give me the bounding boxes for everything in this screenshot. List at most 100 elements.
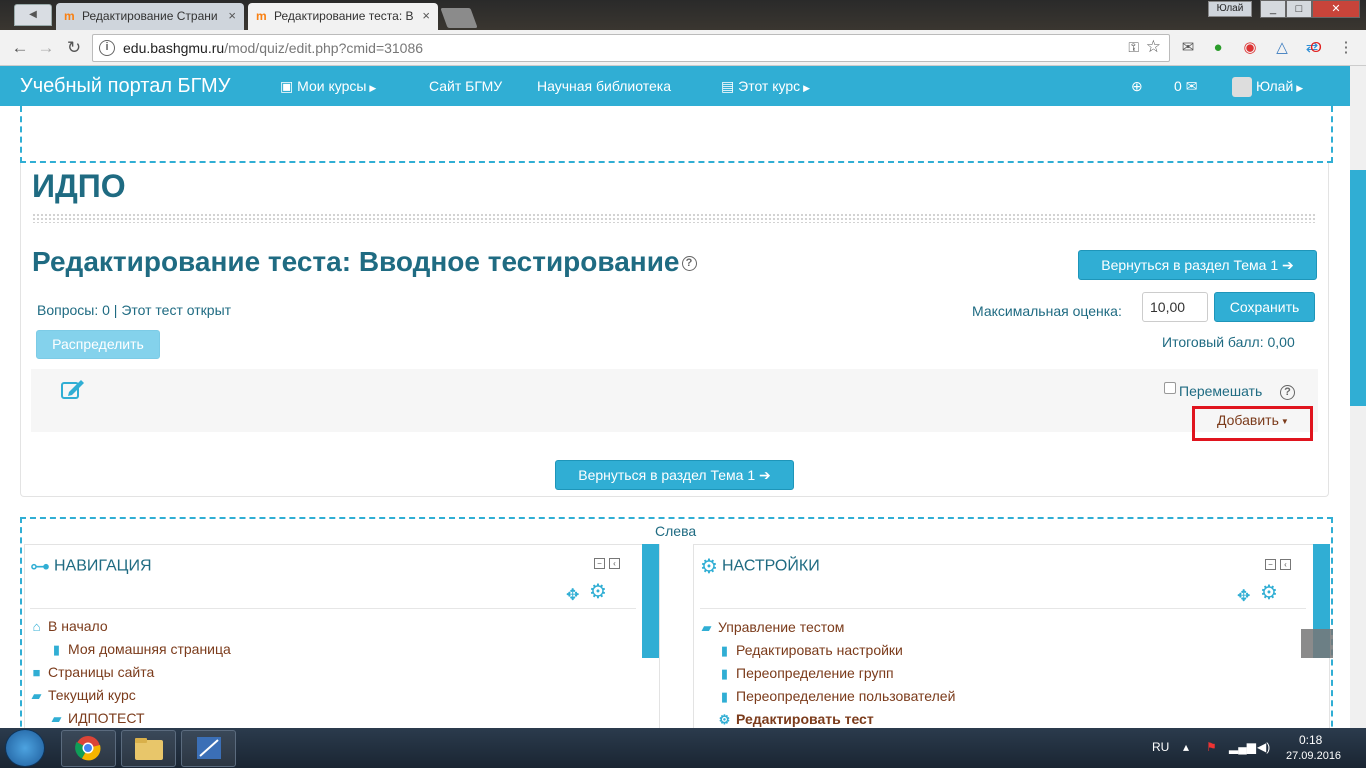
taskbar-chrome[interactable] — [61, 730, 116, 767]
browser-tab-1[interactable]: m Редактирование Страни × — [56, 3, 244, 30]
save-button[interactable]: Сохранить — [1214, 292, 1315, 322]
taskbar-explorer[interactable] — [121, 730, 176, 767]
clock-date[interactable]: 27.09.2016 — [1286, 750, 1341, 762]
add-menu-link[interactable]: Добавить ▼ — [1217, 412, 1289, 428]
folder-open-icon: ▰ — [31, 688, 42, 703]
nav-item-site-pages[interactable]: ■ Страницы сайта — [30, 664, 155, 680]
browser-tab-title: Редактирование теста: В — [274, 9, 414, 23]
nav-item-my-home[interactable]: ▮ Моя домашняя страница — [50, 641, 231, 658]
clock-time[interactable]: 0:18 — [1299, 733, 1322, 747]
collapse-block-icon[interactable]: − — [594, 558, 605, 569]
sitemap-icon: ⊶ — [30, 556, 50, 578]
distribute-button[interactable]: Распределить — [36, 330, 160, 359]
gears-icon[interactable]: ⚙ — [589, 579, 607, 604]
nav-user-menu[interactable]: Юлай ▶ — [1232, 66, 1303, 108]
network-icon[interactable]: ▂▄▆ — [1229, 740, 1256, 754]
region-label: Слева — [655, 523, 697, 539]
chrome-icon — [75, 736, 101, 761]
window-user-badge[interactable]: Юлай — [1208, 1, 1252, 17]
taskbar-app[interactable] — [181, 730, 236, 767]
tab-audio-icon[interactable]: ◀ — [14, 4, 52, 26]
back-icon[interactable]: ← — [8, 36, 32, 60]
info-icon[interactable]: i — [99, 40, 115, 56]
help-icon[interactable]: ? — [681, 256, 697, 272]
navigation-block-scrollbar[interactable] — [642, 544, 659, 658]
key-icon[interactable]: ⚿ — [1128, 39, 1139, 56]
shuffle-label: Перемешать — [1179, 383, 1263, 399]
divider — [32, 213, 1317, 223]
gears-icon[interactable]: ⚙ — [1260, 580, 1278, 605]
move-icon[interactable]: ✥ — [1237, 586, 1250, 606]
envelope-icon: ✉ — [1185, 78, 1198, 94]
extension-red-icon[interactable]: ◉ — [1240, 38, 1260, 58]
nav-library[interactable]: Научная библиотека — [537, 66, 671, 106]
mail-icon[interactable]: ✉ — [1178, 38, 1198, 58]
caret-down-icon: ▼ — [1280, 416, 1289, 426]
nav-this-course[interactable]: ▤ Этот курс ▶ — [721, 66, 810, 108]
sign-in-icon: ➔ — [759, 467, 771, 483]
questions-info: Вопросы: 0 | Этот тест открыт — [37, 302, 232, 318]
edit-icon[interactable] — [60, 378, 86, 400]
language-indicator[interactable]: RU — [1152, 740, 1169, 754]
tray-arrow-icon[interactable]: ▴ — [1183, 740, 1189, 754]
move-icon[interactable]: ✥ — [566, 585, 579, 605]
menu-icon[interactable]: ⋮ — [1336, 38, 1356, 58]
language-icon[interactable]: ⊕ — [1131, 66, 1143, 106]
back-to-top-button[interactable] — [1301, 629, 1333, 658]
return-button-label: Вернуться в раздел Тема 1 — [578, 467, 756, 483]
site-brand[interactable]: Учебный портал БГМУ — [20, 66, 230, 106]
total-grade: Итоговый балл: 0,00 — [1162, 334, 1295, 350]
tray-flag-icon[interactable]: ⚑ — [1206, 740, 1217, 754]
nav-my-courses-label: Мои курсы — [297, 78, 367, 94]
settings-item-quiz-admin[interactable]: ▰ Управление тестом — [700, 619, 845, 636]
nav-item-current-course[interactable]: ▰ Текущий курс — [30, 687, 136, 704]
page-title: Редактирование теста: Вводное тестирован… — [32, 246, 697, 278]
maximize-button[interactable]: □ — [1286, 0, 1312, 18]
collapse-block-icon[interactable]: − — [1265, 559, 1276, 570]
address-bar[interactable]: i edu.bashgmu.ru/mod/quiz/edit.php?cmid=… — [92, 34, 1170, 62]
page-scrollbar-thumb[interactable] — [1350, 170, 1366, 406]
settings-item-edit-quiz[interactable]: ⚙ Редактировать тест — [718, 711, 874, 728]
gears-icon: ⚙ — [700, 556, 718, 578]
tab-close-icon[interactable]: × — [228, 3, 236, 29]
help-icon[interactable]: ? — [1278, 384, 1295, 402]
settings-block-title: ⚙ НАСТРОЙКИ — [700, 556, 820, 578]
settings-item-edit-settings[interactable]: ▮ Редактировать настройки — [718, 642, 903, 659]
max-grade-label: Максимальная оценка: — [972, 303, 1122, 319]
start-button[interactable] — [5, 729, 45, 767]
settings-item-user-overrides[interactable]: ▮ Переопределение пользователей — [718, 688, 955, 705]
caret-right-icon: ▶ — [369, 83, 377, 93]
return-to-section-button[interactable]: Вернуться в раздел Тема 1 ➔ — [1078, 250, 1317, 280]
dock-block-icon[interactable]: ‹ — [609, 558, 620, 569]
nav-item-home[interactable]: ⌂ В начало — [30, 618, 108, 634]
block-separator — [700, 608, 1306, 609]
home-icon: ⌂ — [32, 619, 41, 634]
browser-tab-2[interactable]: m Редактирование теста: В × — [248, 3, 438, 30]
extension-triangle-icon[interactable]: △ — [1272, 38, 1292, 58]
folder-icon — [135, 738, 163, 760]
max-grade-input[interactable] — [1142, 292, 1208, 322]
reload-icon[interactable]: ↻ — [62, 36, 86, 60]
nav-my-courses[interactable]: ▣ Мои курсы ▶ — [280, 66, 376, 108]
opera-o-icon[interactable]: O — [1306, 38, 1326, 58]
volume-icon[interactable]: ◀) — [1257, 740, 1270, 754]
nav-item-course[interactable]: ▰ ИДПОТЕСТ — [50, 710, 145, 727]
sign-in-icon: ➔ — [1282, 257, 1294, 273]
bookmark-star-icon[interactable]: ☆ — [1146, 37, 1161, 57]
settings-item-group-overrides[interactable]: ▮ Переопределение групп — [718, 665, 894, 682]
nav-user-name: Юлай — [1256, 78, 1294, 94]
extension-green-icon[interactable]: ● — [1208, 38, 1228, 58]
nav-messages[interactable]: 0 ✉ — [1174, 66, 1197, 106]
return-to-section-button-bottom[interactable]: Вернуться в раздел Тема 1 ➔ — [555, 460, 794, 490]
shuffle-checkbox[interactable] — [1164, 382, 1176, 394]
page-icon: ▮ — [720, 666, 729, 681]
close-window-button[interactable]: ✕ — [1312, 0, 1360, 18]
tab-close-icon[interactable]: × — [422, 3, 430, 29]
quiz-section — [31, 369, 1318, 432]
dock-block-icon[interactable]: ‹ — [1280, 559, 1291, 570]
avatar — [1232, 77, 1252, 98]
forward-icon[interactable]: → — [34, 36, 58, 60]
nav-site[interactable]: Сайт БГМУ — [429, 66, 502, 106]
minimize-button[interactable]: _ — [1260, 0, 1286, 18]
browser-tab-title: Редактирование Страни — [82, 9, 218, 23]
